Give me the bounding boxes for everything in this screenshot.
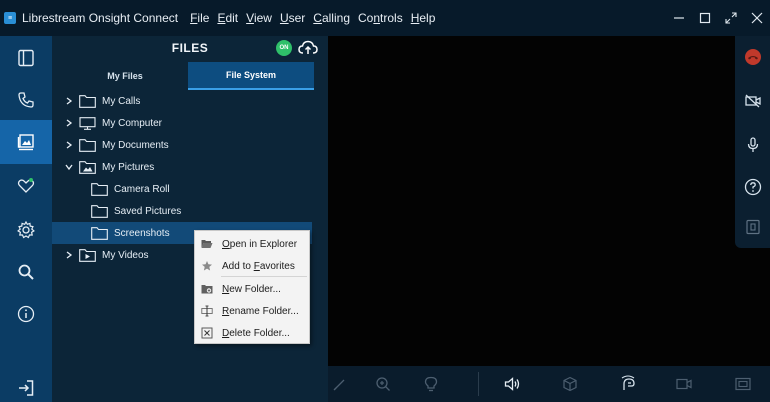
pictures-folder-icon [79, 160, 96, 174]
folder-icon [79, 94, 96, 108]
toolbar-divider [478, 372, 479, 396]
3d-box-icon[interactable] [560, 374, 580, 394]
camera-off-icon[interactable] [742, 90, 764, 112]
menu-file[interactable]: File [190, 11, 209, 25]
chevron-right-icon[interactable] [64, 250, 74, 260]
chevron-right-icon[interactable] [64, 96, 74, 106]
menu-controls[interactable]: Controls [358, 11, 403, 25]
app-logo-icon: ≡ [4, 12, 16, 24]
settings-icon[interactable] [0, 208, 52, 252]
folder-icon [91, 182, 108, 196]
light-icon[interactable] [421, 374, 441, 394]
search-icon[interactable] [0, 250, 52, 294]
fullscreen-icon[interactable] [718, 0, 744, 36]
menu-add-to-favorites[interactable]: Add to Favorites [195, 255, 309, 277]
tree-item-label: My Documents [102, 139, 169, 151]
folder-icon [91, 226, 108, 240]
menu-open-in-explorer[interactable]: Open in Explorer [195, 233, 309, 255]
menu-bar: File Edit View User Calling Controls Hel… [190, 11, 443, 25]
open-folder-icon [200, 237, 214, 251]
star-icon [200, 259, 214, 273]
tree-item-my-calls[interactable]: My Calls [52, 90, 312, 112]
status-badge: ON [276, 40, 292, 56]
folder-icon [91, 204, 108, 218]
call-controls [735, 36, 770, 248]
menu-user[interactable]: User [280, 11, 305, 25]
tree-item-saved-pictures[interactable]: Saved Pictures [52, 200, 312, 222]
file-tabs: My Files File System [62, 62, 314, 90]
new-folder-icon [200, 282, 214, 296]
info-icon[interactable] [0, 292, 52, 336]
menu-calling[interactable]: Calling [313, 11, 350, 25]
zoom-in-icon[interactable] [373, 374, 393, 394]
tree-item-label: Saved Pictures [114, 205, 182, 217]
panel-toggle-icon[interactable] [0, 36, 52, 80]
tab-my-files[interactable]: My Files [62, 62, 188, 90]
help-icon[interactable] [742, 176, 764, 198]
tree-item-label: My Videos [102, 249, 149, 261]
phone-icon[interactable] [0, 78, 52, 122]
tree-item-label: My Computer [102, 117, 163, 129]
folder-icon [79, 138, 96, 152]
tree-item-label: Screenshots [114, 227, 170, 239]
menu-edit[interactable]: Edit [217, 11, 238, 25]
delete-icon [200, 326, 214, 340]
files-icon[interactable] [0, 120, 52, 164]
menu-delete-folder[interactable]: Delete Folder... [195, 322, 309, 344]
navigation-rail [0, 36, 52, 402]
context-menu: Open in Explorer Add to Favorites New Fo… [194, 230, 310, 344]
logout-icon[interactable] [0, 366, 52, 402]
window-controls [666, 0, 770, 36]
app-title: Librestream Onsight Connect [22, 11, 179, 25]
bottom-toolbar [328, 366, 770, 402]
tree-item-label: My Calls [102, 95, 141, 107]
pen-icon[interactable] [330, 374, 350, 394]
maximize-icon[interactable] [692, 0, 718, 36]
rename-icon [200, 304, 214, 318]
video-icon[interactable] [674, 374, 694, 394]
title-bar: ≡ Librestream Onsight Connect File Edit … [0, 0, 770, 36]
computer-icon [79, 116, 96, 130]
tree-item-my-computer[interactable]: My Computer [52, 112, 312, 134]
menu-new-folder[interactable]: New Folder... [195, 278, 309, 300]
close-icon[interactable] [744, 0, 770, 36]
panel-title: FILES [171, 41, 209, 55]
tree-item-label: My Pictures [102, 161, 155, 173]
tree-item-label: Camera Roll [114, 183, 170, 195]
microphone-icon[interactable] [742, 134, 764, 156]
speaker-icon[interactable] [502, 374, 522, 394]
videos-folder-icon [79, 248, 96, 262]
chevron-right-icon[interactable] [64, 140, 74, 150]
share-icon[interactable] [742, 216, 764, 238]
screen-icon[interactable] [733, 374, 753, 394]
chevron-down-icon[interactable] [64, 162, 74, 172]
menu-view[interactable]: View [246, 11, 272, 25]
chevron-right-icon[interactable] [64, 118, 74, 128]
gesture-icon[interactable] [618, 374, 638, 394]
menu-rename-folder[interactable]: Rename Folder... [195, 300, 309, 322]
minimize-icon[interactable] [666, 0, 692, 36]
end-call-icon[interactable] [742, 46, 764, 68]
tab-file-system[interactable]: File System [188, 62, 314, 90]
tree-item-my-pictures[interactable]: My Pictures [52, 156, 312, 178]
favorites-icon[interactable] [0, 164, 52, 208]
cloud-upload-icon[interactable] [297, 38, 319, 58]
menu-help[interactable]: Help [411, 11, 436, 25]
menu-divider [221, 276, 307, 277]
tree-item-my-documents[interactable]: My Documents [52, 134, 312, 156]
tree-item-camera-roll[interactable]: Camera Roll [52, 178, 312, 200]
video-area [328, 36, 770, 366]
files-panel: FILES ON My Files File System My Calls M… [52, 36, 328, 402]
